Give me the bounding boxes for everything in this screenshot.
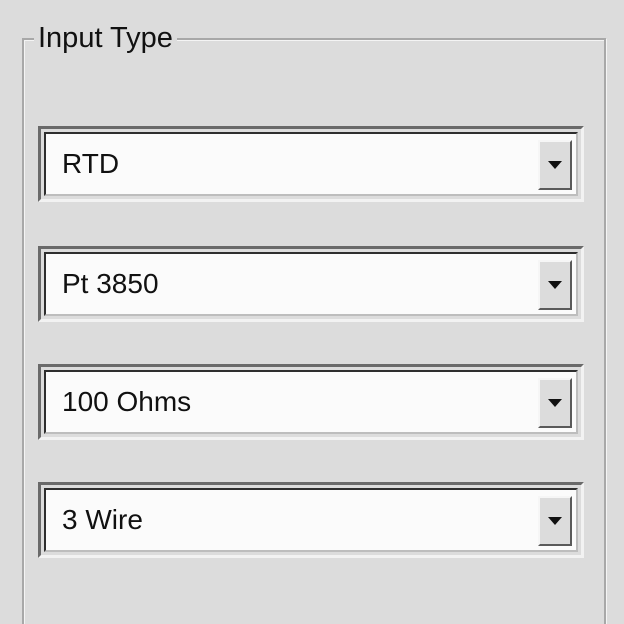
dropdown-button[interactable]: [538, 260, 572, 310]
dropdown-button[interactable]: [538, 496, 572, 546]
chevron-down-icon: [548, 399, 562, 407]
chevron-down-icon: [548, 281, 562, 289]
sensor-type-select[interactable]: RTD: [38, 126, 584, 202]
select-field[interactable]: 100 Ohms: [44, 370, 578, 434]
input-type-panel: Input Type RTD Pt 3850 100 Ohms 3 Wire: [0, 0, 624, 624]
select-field[interactable]: Pt 3850: [44, 252, 578, 316]
dropdown-button[interactable]: [538, 140, 572, 190]
curve-type-select[interactable]: Pt 3850: [38, 246, 584, 322]
group-title: Input Type: [34, 20, 177, 56]
select-field[interactable]: 3 Wire: [44, 488, 578, 552]
dropdown-button[interactable]: [538, 378, 572, 428]
selected-value: 100 Ohms: [62, 386, 192, 417]
selected-value: Pt 3850: [62, 268, 159, 299]
selected-value: 3 Wire: [62, 504, 143, 535]
resistance-select[interactable]: 100 Ohms: [38, 364, 584, 440]
chevron-down-icon: [548, 161, 562, 169]
selected-value: RTD: [62, 148, 120, 179]
chevron-down-icon: [548, 517, 562, 525]
wiring-select[interactable]: 3 Wire: [38, 482, 584, 558]
select-field[interactable]: RTD: [44, 132, 578, 196]
